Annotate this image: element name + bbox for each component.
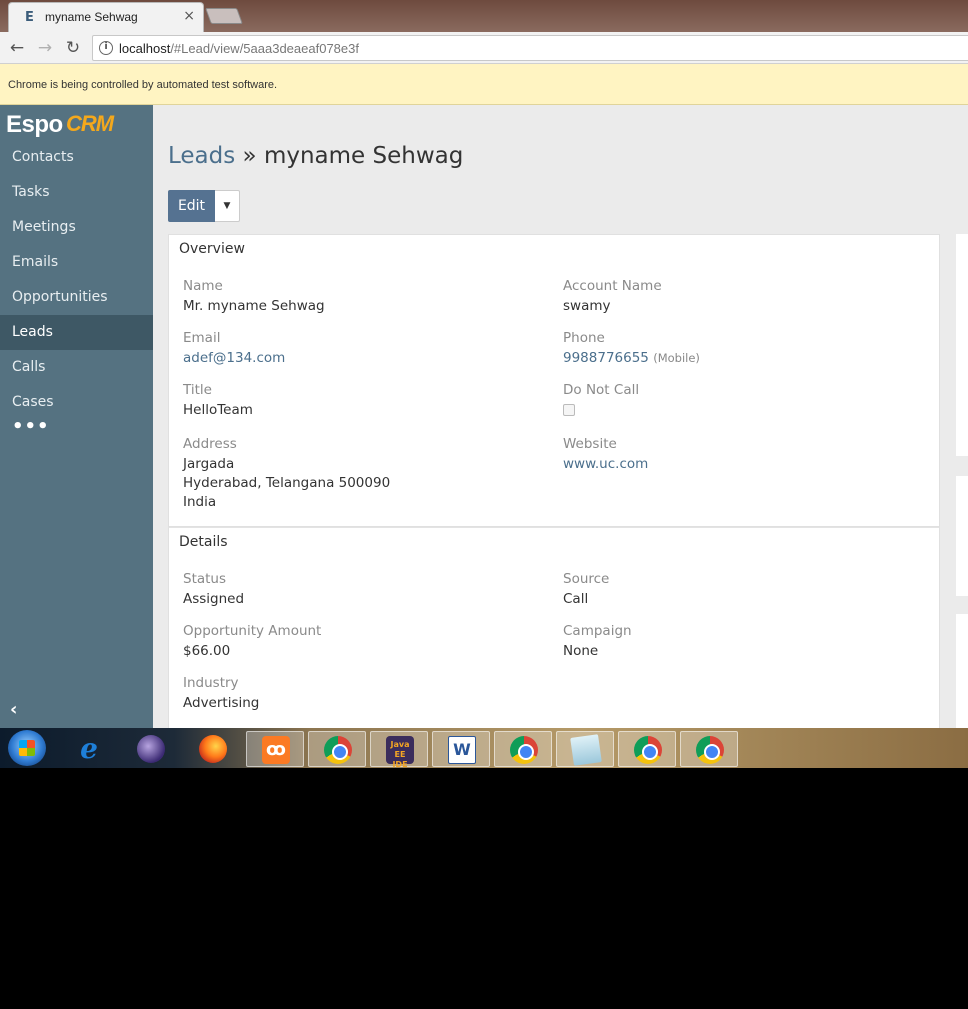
field-address: Address Jargada Hyderabad, Telangana 500…	[183, 436, 390, 512]
record-name: myname Sehwag	[263, 143, 464, 169]
field-value: Advertising	[183, 695, 260, 711]
firefox-icon[interactable]	[184, 731, 242, 767]
main-content: Leads » myname Sehwag Edit ▼ Overview Na…	[153, 105, 968, 728]
breadcrumb-leads[interactable]: Leads	[168, 143, 235, 169]
espo-favicon-icon: E	[25, 10, 34, 25]
do-not-call-checkbox	[563, 404, 575, 416]
field-label: Campaign	[563, 623, 632, 639]
address-bar[interactable]: i localhost/#Lead/view/5aaa3deaeaf078e3f	[92, 35, 968, 61]
email-link[interactable]: adef@134.com	[183, 349, 285, 368]
chevron-down-icon[interactable]: ▼	[215, 190, 240, 222]
sidebar: Espo CRM Contacts Tasks Meetings Emails …	[0, 105, 153, 728]
field-name: Name Mr. myname Sehwag	[183, 278, 325, 316]
close-tab-icon[interactable]: ×	[183, 8, 195, 24]
sidebar-item-emails[interactable]: Emails	[0, 245, 153, 280]
field-value: Assigned	[183, 591, 245, 607]
url-text[interactable]: localhost/#Lead/view/5aaa3deaeaf078e3f	[119, 41, 359, 56]
sidebar-item-calls[interactable]: Calls	[0, 350, 153, 385]
forward-arrow-icon[interactable]: →	[34, 37, 56, 59]
new-tab-button[interactable]	[205, 8, 243, 24]
side-panel	[956, 614, 968, 728]
infobar-text: Chrome is being controlled by automated …	[8, 79, 278, 91]
field-value: Call	[563, 591, 589, 607]
automation-infobar: Chrome is being controlled by automated …	[0, 64, 968, 105]
field-label: Industry	[183, 675, 239, 691]
chrome-icon[interactable]	[308, 731, 366, 767]
sidebar-item-tasks[interactable]: Tasks	[0, 175, 153, 210]
sidebar-item-meetings[interactable]: Meetings	[0, 210, 153, 245]
browser-tab-strip: E myname Sehwag ×	[0, 0, 968, 32]
chrome-icon[interactable]	[494, 731, 552, 767]
field-label: Name	[183, 278, 223, 294]
breadcrumb-separator: »	[235, 143, 264, 169]
sidebar-item-leads[interactable]: Leads	[0, 315, 153, 350]
panel-title-overview: Overview	[179, 241, 245, 257]
page-title: Leads » myname Sehwag	[168, 143, 463, 169]
field-value: $66.00	[183, 643, 231, 659]
internet-explorer-icon[interactable]: e	[60, 731, 118, 767]
xampp-icon[interactable]: ꝏ	[246, 731, 304, 767]
overview-panel: Overview Name Mr. myname Sehwag Account …	[168, 234, 940, 527]
field-label: Account Name	[563, 278, 662, 294]
field-status: Status Assigned	[183, 571, 244, 609]
field-title: Title HelloTeam	[183, 382, 253, 420]
browser-tab[interactable]: E myname Sehwag ×	[8, 2, 204, 32]
field-value: Jargada Hyderabad, Telangana 500090 Indi…	[183, 456, 391, 510]
back-arrow-icon[interactable]: ←	[6, 37, 28, 59]
field-do-not-call: Do Not Call	[563, 382, 639, 416]
windows-taskbar: e ꝏ Java EE IDE W	[0, 728, 968, 769]
phone-link[interactable]: 9988776655	[563, 350, 649, 366]
word-icon[interactable]: W	[432, 731, 490, 767]
field-value: HelloTeam	[183, 402, 253, 418]
side-panel	[956, 234, 968, 456]
field-phone: Phone 9988776655 (Mobile)	[563, 330, 700, 368]
field-industry: Industry Advertising	[183, 675, 259, 713]
collapse-sidebar-icon[interactable]: ‹	[10, 699, 17, 720]
field-label: Opportunity Amount	[183, 623, 322, 639]
field-label: Website	[563, 436, 617, 452]
sidebar-item-cases[interactable]: Cases	[0, 385, 153, 420]
field-value: swamy	[563, 298, 611, 314]
java-ee-ide-icon[interactable]: Java EE IDE	[370, 731, 428, 769]
website-link[interactable]: www.uc.com	[563, 455, 648, 474]
field-campaign: Campaign None	[563, 623, 632, 661]
tab-title: myname Sehwag	[45, 10, 138, 24]
windows-start-icon[interactable]	[8, 730, 46, 766]
field-value: Mr. myname Sehwag	[183, 298, 325, 314]
chrome-icon[interactable]	[618, 731, 676, 767]
field-value: None	[563, 643, 599, 659]
field-website: Website www.uc.com	[563, 436, 648, 474]
chrome-icon[interactable]	[680, 731, 738, 767]
field-label: Do Not Call	[563, 382, 640, 398]
espo-app: Espo CRM Contacts Tasks Meetings Emails …	[0, 105, 968, 728]
more-menu-icon[interactable]: •••	[0, 418, 153, 444]
field-account-name: Account Name swamy	[563, 278, 662, 316]
details-panel: Details Status Assigned Source Call Oppo…	[168, 527, 940, 728]
field-source: Source Call	[563, 571, 609, 609]
field-label: Source	[563, 571, 610, 587]
espocrm-logo[interactable]: Espo CRM	[6, 109, 146, 141]
edit-button[interactable]: Edit	[168, 190, 215, 222]
browser-toolbar: ← → ↻ i localhost/#Lead/view/5aaa3deaeaf…	[0, 32, 968, 64]
side-panel	[956, 476, 968, 596]
field-label: Address	[183, 436, 237, 452]
eclipse-icon[interactable]	[122, 731, 180, 767]
field-label: Status	[183, 571, 227, 587]
phone-type: (Mobile)	[653, 351, 700, 365]
panel-title-details: Details	[179, 534, 228, 550]
field-label: Phone	[563, 330, 605, 346]
site-info-icon[interactable]: i	[99, 41, 113, 55]
notepad-icon[interactable]	[556, 731, 614, 767]
sidebar-nav: Contacts Tasks Meetings Emails Opportuni…	[0, 140, 153, 444]
sidebar-item-contacts[interactable]: Contacts	[0, 140, 153, 175]
reload-icon[interactable]: ↻	[62, 37, 84, 59]
sidebar-item-opportunities[interactable]: Opportunities	[0, 280, 153, 315]
field-label: Email	[183, 330, 221, 346]
field-opportunity-amount: Opportunity Amount $66.00	[183, 623, 321, 661]
field-email: Email adef@134.com	[183, 330, 285, 368]
field-label: Title	[183, 382, 212, 398]
